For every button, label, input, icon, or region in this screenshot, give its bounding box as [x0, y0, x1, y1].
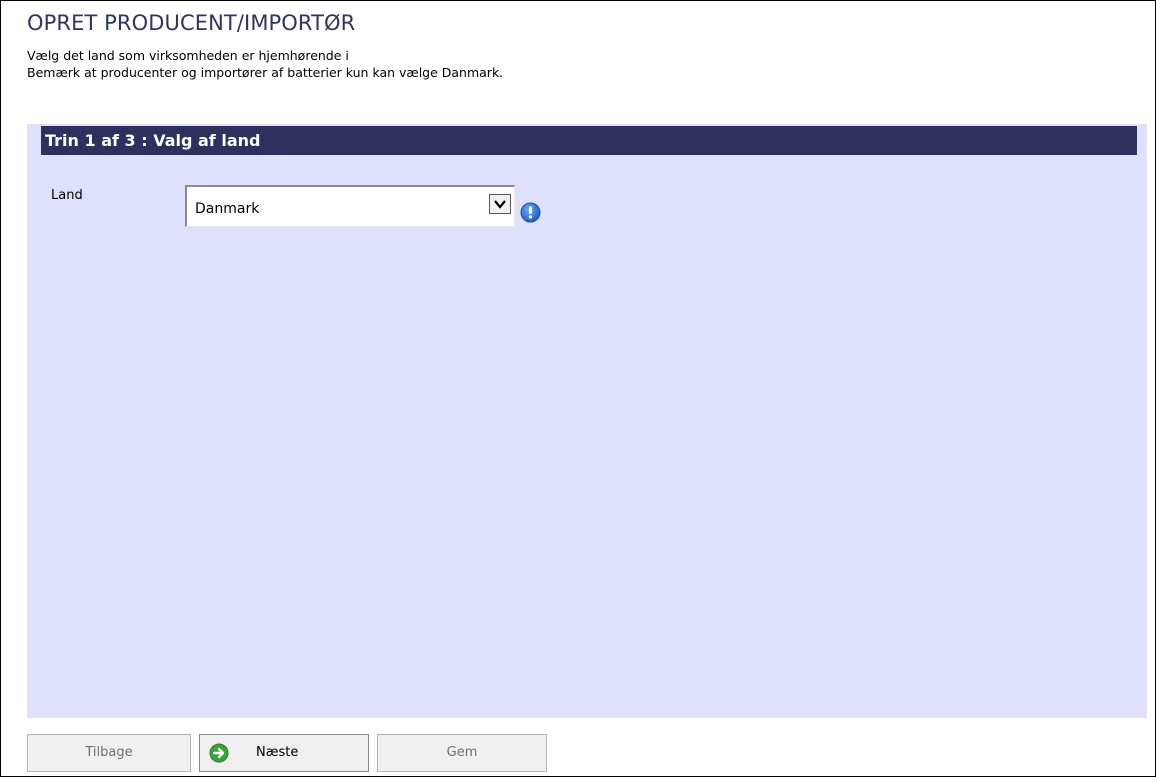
country-select[interactable]: Danmark — [185, 185, 515, 227]
step-panel: Trin 1 af 3 : Valg af land Land Danmark — [27, 124, 1147, 718]
page-frame: OPRET PRODUCENT/IMPORTØR Vælg det land s… — [0, 0, 1156, 777]
page-intro: Vælg det land som virksomheden er hjemhø… — [27, 47, 503, 81]
info-icon[interactable] — [520, 202, 541, 223]
back-button[interactable]: Tilbage — [27, 734, 191, 772]
chevron-down-icon[interactable] — [489, 194, 511, 214]
next-button[interactable]: Næste — [199, 734, 369, 772]
page-title: OPRET PRODUCENT/IMPORTØR — [27, 11, 356, 35]
intro-line-country: Vælg det land som virksomheden er hjemhø… — [27, 48, 349, 63]
step-header: Trin 1 af 3 : Valg af land — [41, 126, 1137, 155]
save-button[interactable]: Gem — [377, 734, 547, 772]
next-button-label: Næste — [256, 745, 299, 760]
arrow-right-circle-icon — [209, 743, 229, 763]
intro-line-note: Bemærk at producenter og importører af b… — [27, 65, 504, 80]
country-select-value: Danmark — [195, 201, 260, 217]
country-label: Land — [51, 188, 83, 203]
